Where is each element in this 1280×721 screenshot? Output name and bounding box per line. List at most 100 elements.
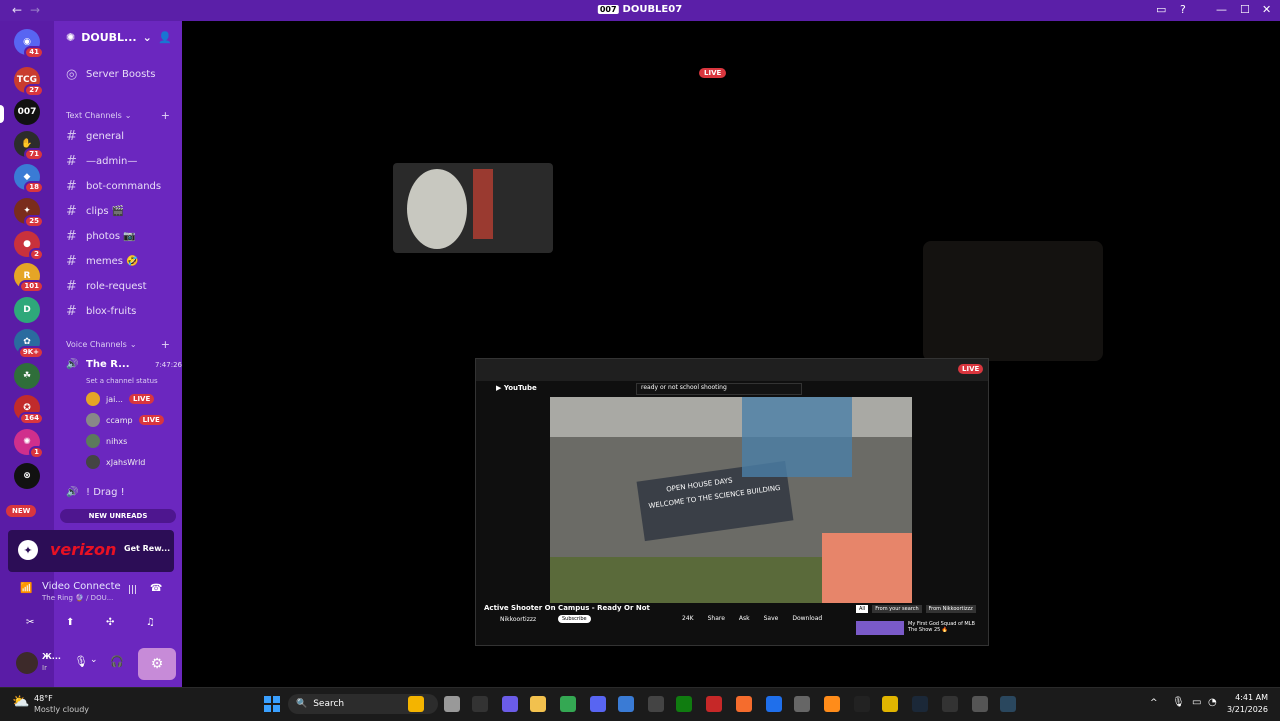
screenshare-window[interactable]: LIVE ▶ YouTube ready or not school shoot… — [475, 358, 989, 646]
save-button[interactable]: Save — [764, 615, 779, 622]
text-channel-item[interactable]: # memes 🤣 — [66, 254, 139, 269]
discord-icon[interactable] — [590, 696, 606, 712]
weather-temp[interactable]: 48°F — [34, 694, 53, 703]
epic-games-icon[interactable] — [472, 696, 488, 712]
server-boosts[interactable]: ◎ Server Boosts — [66, 67, 155, 82]
chrome-icon[interactable] — [560, 696, 576, 712]
voice-status-sub[interactable]: The Ring 🔮 / DOU... — [42, 594, 113, 602]
add-member-icon[interactable]: 👤 — [158, 31, 172, 44]
server-icon-s9[interactable]: D — [14, 297, 40, 323]
store-icon[interactable] — [618, 696, 634, 712]
server-icon-s14[interactable]: ⊗ — [14, 463, 40, 489]
voice-user[interactable]: jai... LIVE — [86, 392, 155, 406]
chip-search[interactable]: From your search — [872, 605, 922, 613]
server-icon-s4[interactable]: ✋ 71 — [14, 131, 44, 161]
roblox-icon[interactable] — [882, 696, 898, 712]
voice-channel-the-ring[interactable]: 🔊 The R... 7:47:26 — [66, 359, 182, 370]
widgets-icon[interactable] — [408, 696, 424, 712]
nitro-promo[interactable]: ✦ verizon Get Rew... — [8, 530, 174, 572]
server-icon-s11[interactable]: ☘ — [14, 363, 40, 389]
text-channel-item[interactable]: # —admin— — [66, 154, 137, 169]
app-icon[interactable] — [648, 696, 664, 712]
battery-icon[interactable]: ▭ — [1192, 697, 1201, 708]
avatar[interactable] — [16, 652, 38, 674]
server-icon-home[interactable]: ◉ 41 — [14, 29, 44, 59]
forward-arrow-icon[interactable]: → — [30, 3, 40, 17]
add-voice-channel-icon[interactable]: + — [161, 338, 170, 351]
server-icon-s13[interactable]: ✺ 1 — [14, 429, 44, 459]
clock-date[interactable]: 3/21/2026 — [1224, 705, 1268, 714]
text-channel-item[interactable]: # general — [66, 129, 124, 144]
text-channels-category[interactable]: Text Channels ⌄ — [66, 111, 131, 120]
new-pill[interactable]: NEW — [6, 505, 37, 517]
text-channel-item[interactable]: # role-request — [66, 279, 147, 294]
server-icon-tcg[interactable]: TCG 27 — [14, 67, 44, 97]
task-view-icon[interactable] — [444, 696, 460, 712]
add-text-channel-icon[interactable]: + — [161, 109, 170, 122]
webcam-tile[interactable] — [923, 241, 1103, 361]
video-player[interactable]: OPEN HOUSE DAYS WELCOME TO THE SCIENCE B… — [550, 397, 912, 603]
chevron-down-icon[interactable]: ⌄ — [90, 655, 98, 665]
stream-thumbnail[interactable] — [393, 163, 553, 253]
origin-icon[interactable] — [736, 696, 752, 712]
clock-time[interactable]: 4:41 AM — [1226, 693, 1268, 702]
xbox-icon[interactable] — [676, 696, 692, 712]
app-icon-5[interactable] — [942, 696, 958, 712]
microphone-icon[interactable]: 🎙 — [74, 655, 88, 668]
text-channel-item[interactable]: # bot-commands — [66, 179, 161, 194]
voice-user[interactable]: xJahsWrld — [86, 455, 145, 469]
voice-user[interactable]: ccamp LIVE — [86, 413, 164, 427]
inbox-icon[interactable]: ▭ — [1156, 3, 1166, 16]
text-channel-item[interactable]: # photos 📷 — [66, 229, 136, 244]
server-icon-s10[interactable]: ✿ 9K+ — [14, 329, 44, 359]
logitech-icon[interactable] — [854, 696, 870, 712]
screen-share-icon[interactable]: ⬆ — [66, 617, 74, 628]
close-button[interactable]: ✕ — [1262, 3, 1271, 16]
server-icon-s12[interactable]: ✪ 164 — [14, 395, 44, 425]
voice-channels-category[interactable]: Voice Channels ⌄ — [66, 340, 137, 349]
yt-search-bar[interactable]: ready or not school shooting — [636, 383, 802, 395]
rec-title[interactable]: My First God Squad of MLB The Show 25 🔥 — [908, 621, 978, 633]
text-channel-item[interactable]: # clips 🎬 — [66, 204, 124, 219]
file-explorer-icon[interactable] — [530, 696, 546, 712]
start-icon[interactable] — [264, 696, 280, 712]
noise-icon[interactable]: ||| — [128, 585, 137, 595]
adobe-icon[interactable] — [706, 696, 722, 712]
promo-cta[interactable]: Get Rew... — [124, 544, 170, 553]
server-icon-s5[interactable]: ◆ 18 — [14, 164, 44, 194]
headphones-icon[interactable]: 🎧 — [110, 655, 124, 668]
server-header[interactable]: ✺ DOUBL... ⌄ — [66, 31, 152, 44]
steam-icon[interactable] — [912, 696, 928, 712]
voice-user[interactable]: nihxs — [86, 434, 127, 448]
channel-name[interactable]: Nikkoortizzz — [500, 616, 536, 623]
server-icon-s7[interactable]: ● 2 — [14, 231, 44, 261]
camera-off-icon[interactable]: ✂ — [26, 617, 34, 628]
app-icon-4[interactable] — [824, 696, 840, 712]
soundboard-icon[interactable]: ♫ — [146, 617, 155, 628]
subscribe-button[interactable]: Subscribe — [558, 615, 591, 623]
video-title[interactable]: Active Shooter On Campus - Ready Or Not — [484, 604, 650, 612]
back-arrow-icon[interactable]: ← — [12, 3, 22, 17]
steam-icon-2[interactable] — [1000, 696, 1016, 712]
weather-desc[interactable]: Mostly cloudy — [34, 705, 89, 714]
gear-icon[interactable]: ⚙ — [138, 648, 176, 680]
like-button[interactable]: 24K — [682, 615, 694, 622]
chevron-up-icon[interactable]: ^ — [1150, 698, 1158, 708]
new-unreads-banner[interactable]: NEW UNREADS — [60, 509, 176, 523]
server-icon-double07[interactable]: 007 — [14, 99, 40, 125]
server-icon-s8[interactable]: R 101 — [14, 263, 44, 293]
share-button[interactable]: Share — [708, 615, 725, 622]
maximize-button[interactable]: ☐ — [1240, 3, 1250, 16]
text-channel-item[interactable]: # blox-fruits — [66, 304, 136, 319]
rec-thumbnail[interactable] — [856, 621, 904, 635]
wifi-icon[interactable]: ◔ — [1208, 697, 1217, 708]
help-icon[interactable]: ? — [1180, 3, 1186, 16]
activities-icon[interactable]: ✣ — [106, 617, 114, 628]
microphone-icon[interactable]: 🎙 — [1172, 697, 1185, 708]
weather-icon[interactable]: ⛅ — [12, 694, 29, 710]
chip-channel[interactable]: From Nikkoortizzz — [925, 605, 976, 613]
minimize-button[interactable]: — — [1216, 3, 1227, 16]
ask-button[interactable]: Ask — [739, 615, 750, 622]
server-icon-s6[interactable]: ✦ 25 — [14, 198, 44, 228]
chip-all[interactable]: All — [856, 605, 869, 613]
